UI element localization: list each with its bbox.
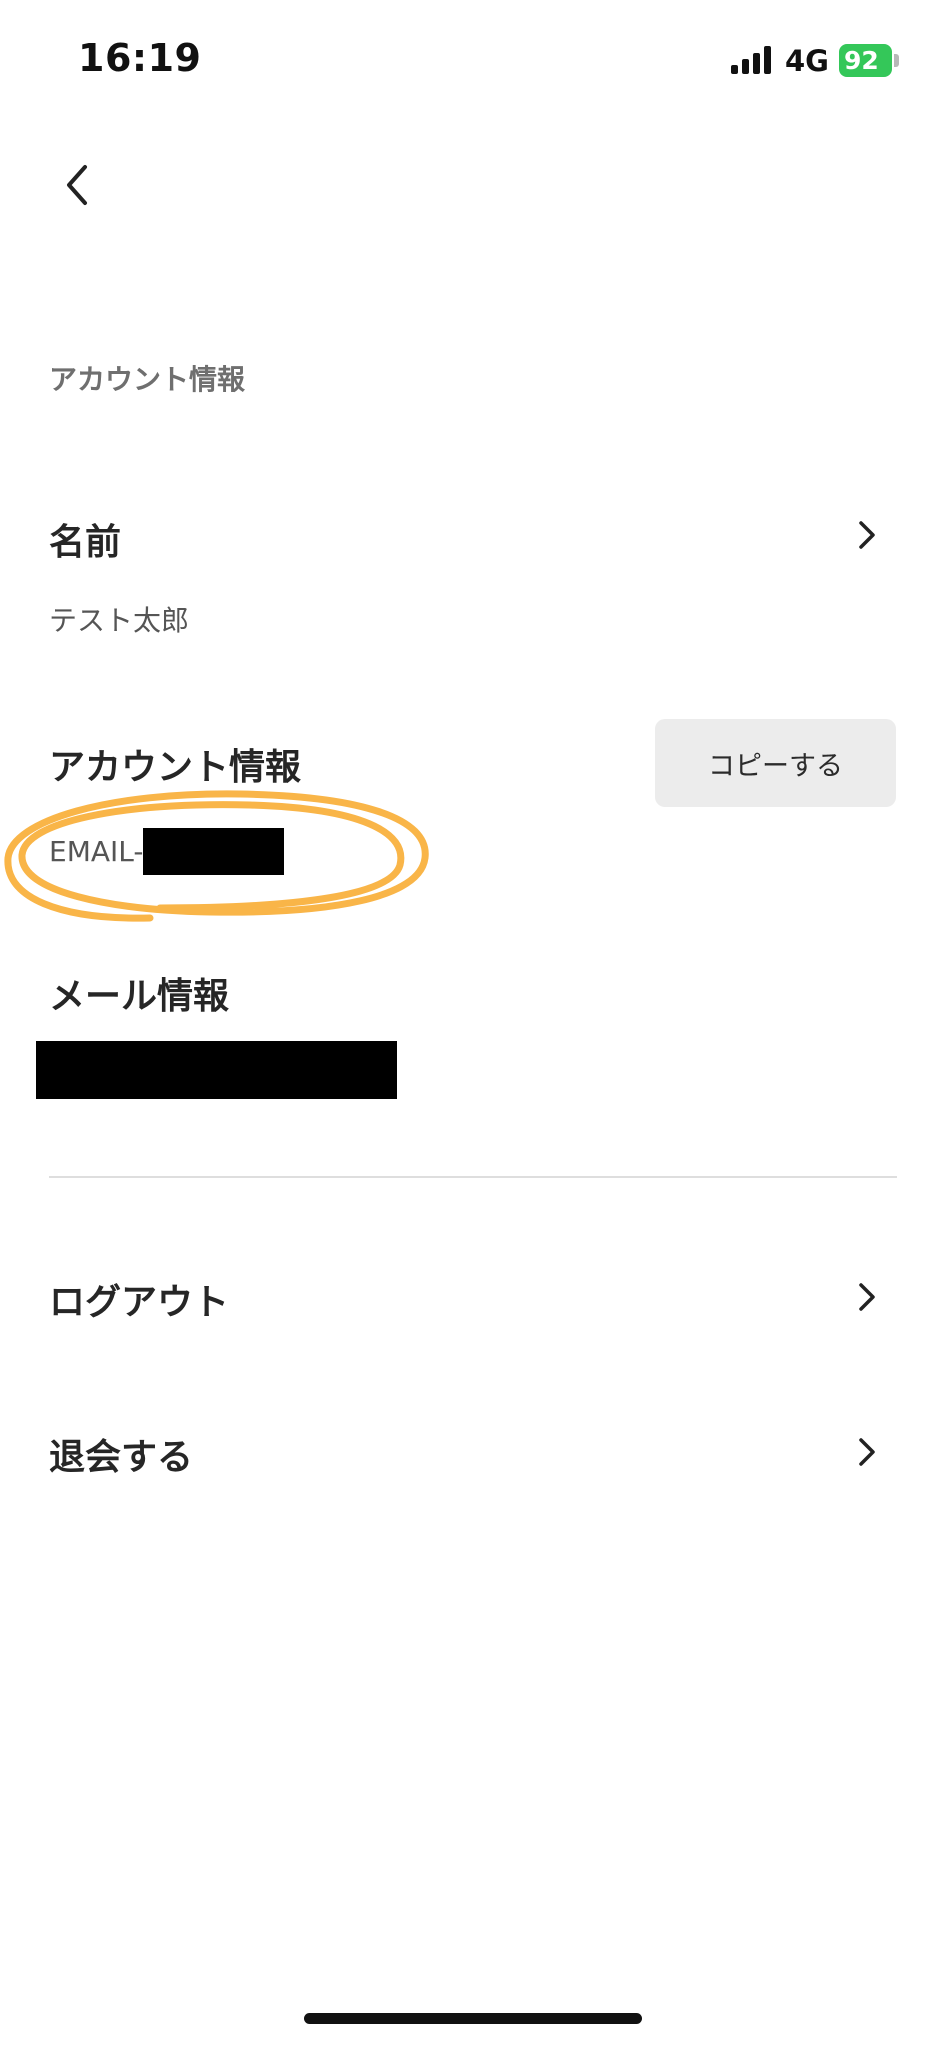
account-id-redacted (143, 827, 285, 875)
logout-label: ログアウト (49, 1282, 230, 1323)
network-type: 4G (785, 44, 829, 78)
account-id: EMAIL- (49, 826, 285, 876)
account-title: アカウント情報 (49, 747, 302, 788)
mail-redacted (36, 1041, 397, 1099)
name-value: テスト太郎 (49, 604, 190, 637)
home-indicator (304, 2013, 642, 2024)
chevron-left-icon (67, 165, 87, 205)
divider (49, 1176, 897, 1178)
signal-icon (731, 46, 773, 74)
withdraw-row[interactable]: 退会する (0, 1408, 946, 1498)
status-time: 16:19 (78, 36, 202, 80)
name-title: 名前 (49, 522, 122, 563)
account-id-prefix: EMAIL- (49, 834, 144, 868)
battery-charging-icon: 92 (839, 44, 899, 77)
chevron-right-icon (859, 1438, 875, 1466)
battery-level: 92 (844, 46, 879, 75)
chevron-right-icon (859, 1283, 875, 1311)
chevron-right-icon (859, 521, 875, 549)
name-row[interactable]: 名前 テスト太郎 (0, 495, 946, 645)
logout-row[interactable]: ログアウト (0, 1253, 946, 1343)
copy-button[interactable]: コピーする (655, 719, 896, 807)
section-caption: アカウント情報 (49, 363, 246, 396)
mail-title: メール情報 (49, 976, 230, 1017)
back-button[interactable] (50, 150, 110, 220)
withdraw-label: 退会する (49, 1437, 194, 1478)
